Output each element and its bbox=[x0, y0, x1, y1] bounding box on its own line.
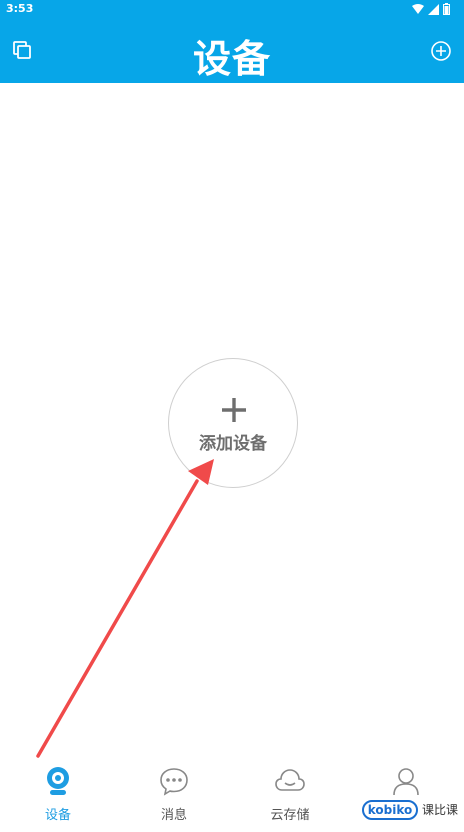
watermark-logo: kobiko bbox=[362, 800, 418, 820]
watermark-text: 课比课 bbox=[422, 803, 459, 817]
add-device-button[interactable]: 添加设备 bbox=[168, 358, 298, 488]
user-icon bbox=[393, 768, 419, 796]
status-bar: 3:53 bbox=[0, 0, 464, 18]
add-circle-icon[interactable] bbox=[430, 40, 452, 62]
plus-icon bbox=[222, 398, 246, 422]
tab-cloud-storage[interactable]: 云存储 bbox=[232, 760, 348, 832]
watermark: kobiko 课比课 bbox=[362, 800, 462, 822]
battery-icon bbox=[443, 3, 450, 15]
tab-messages[interactable]: 消息 bbox=[116, 760, 232, 832]
tab-devices[interactable]: 设备 bbox=[0, 760, 116, 832]
signal-icon bbox=[428, 3, 439, 15]
tab-messages-label: 消息 bbox=[160, 808, 187, 823]
page-title: 设备 bbox=[192, 37, 271, 81]
cloud-icon bbox=[275, 769, 305, 791]
chat-icon bbox=[160, 768, 188, 796]
add-device-label: 添加设备 bbox=[199, 434, 267, 454]
wifi-icon bbox=[412, 3, 424, 14]
status-time: 3:53 bbox=[6, 2, 34, 15]
tab-devices-label: 设备 bbox=[44, 808, 71, 823]
top-app-bar: 3:53 设备 bbox=[0, 0, 464, 83]
tab-cloud-storage-label: 云存储 bbox=[270, 808, 310, 823]
status-icons bbox=[412, 3, 450, 15]
camera-icon bbox=[47, 767, 69, 795]
